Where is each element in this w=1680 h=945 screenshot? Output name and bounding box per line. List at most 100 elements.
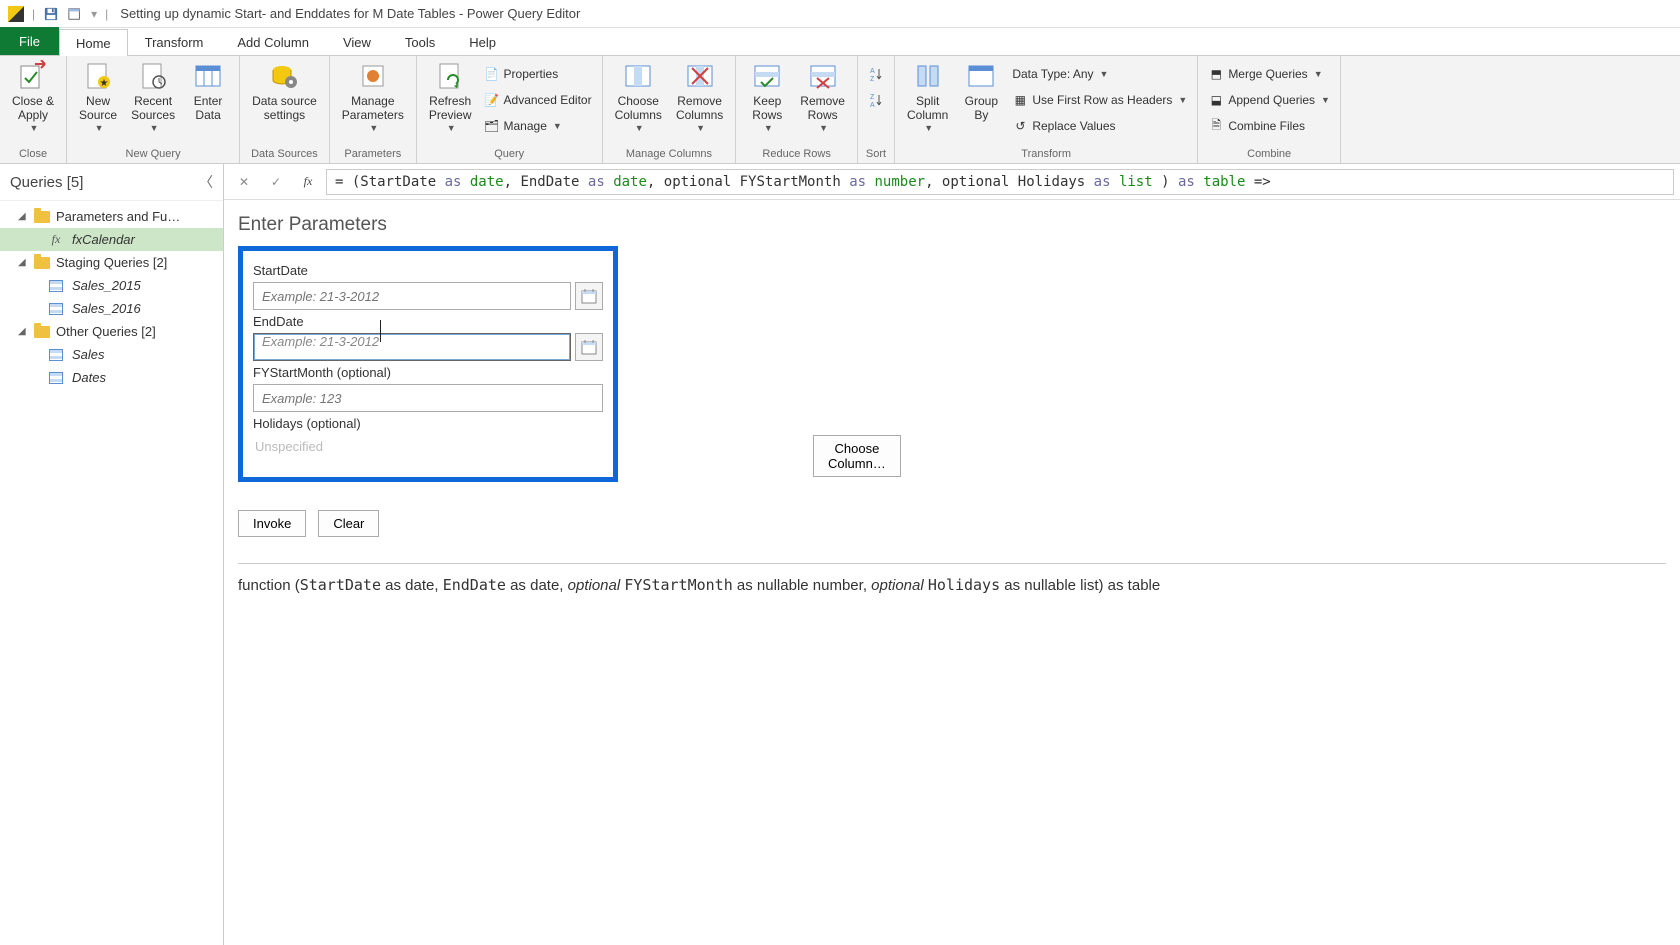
choose-columns-icon (622, 60, 654, 92)
expand-icon: ◢ (18, 257, 28, 268)
first-row-headers-button[interactable]: ▦Use First Row as Headers▼ (1008, 88, 1191, 112)
remove-columns-button[interactable]: Remove Columns▼ (670, 58, 729, 136)
keep-rows-icon (751, 60, 783, 92)
data-source-settings-button[interactable]: Data source settings (246, 58, 323, 125)
enddate-input[interactable]: Example: 21-3-2012 (253, 333, 571, 361)
enddate-picker-button[interactable] (575, 333, 603, 361)
enter-parameters-title: Enter Parameters (238, 214, 1666, 236)
enter-data-icon (192, 60, 224, 92)
replace-icon: ↺ (1012, 118, 1028, 134)
qat-save-icon[interactable] (41, 4, 61, 24)
properties-button[interactable]: 📄Properties (480, 62, 596, 86)
merge-icon: ⬒ (1208, 66, 1224, 82)
menu-tabs: File Home Transform Add Column View Tool… (0, 28, 1680, 56)
data-type-button[interactable]: Data Type: Any▼ (1008, 62, 1191, 86)
close-apply-label: Close & Apply (12, 94, 54, 123)
folder-icon (34, 257, 50, 269)
formula-cancel-button[interactable]: ✕ (230, 169, 258, 195)
remove-columns-icon (684, 60, 716, 92)
group-query-label: Query (423, 146, 596, 163)
close-apply-button[interactable]: Close & Apply▼ (6, 58, 60, 136)
tree-item-sales[interactable]: Sales (0, 343, 223, 366)
group-reduce-rows-label: Reduce Rows (742, 146, 851, 163)
svg-text:A: A (870, 102, 875, 108)
separator: ▾ (91, 7, 97, 21)
tab-tools[interactable]: Tools (388, 28, 452, 55)
append-queries-button[interactable]: ⬓Append Queries▼ (1204, 88, 1334, 112)
tab-view[interactable]: View (326, 28, 388, 55)
tab-add-column[interactable]: Add Column (220, 28, 326, 55)
group-manage-columns-label: Manage Columns (609, 146, 730, 163)
tab-help[interactable]: Help (452, 28, 513, 55)
remove-rows-label: Remove Rows (800, 94, 845, 123)
clear-button[interactable]: Clear (318, 510, 379, 537)
close-apply-icon (17, 60, 49, 92)
group-by-button[interactable]: Group By (956, 58, 1006, 125)
enddate-label: EndDate (253, 314, 603, 329)
svg-text:Z: Z (870, 94, 875, 101)
formula-fx-button[interactable]: fx (294, 169, 322, 195)
tree-group-staging[interactable]: ◢ Staging Queries [2] (0, 251, 223, 274)
expand-icon: ◢ (18, 211, 28, 222)
invoke-button[interactable]: Invoke (238, 510, 306, 537)
tab-transform[interactable]: Transform (128, 28, 221, 55)
data-source-settings-icon (268, 60, 300, 92)
manage-parameters-button[interactable]: Manage Parameters▼ (336, 58, 410, 136)
remove-rows-button[interactable]: Remove Rows▼ (794, 58, 851, 136)
formula-input[interactable]: = (StartDate as date, EndDate as date, o… (326, 169, 1674, 195)
table-icon (48, 279, 64, 293)
advanced-editor-button[interactable]: 📝Advanced Editor (480, 88, 596, 112)
tab-home[interactable]: Home (59, 29, 128, 56)
combine-files-button[interactable]: 🗎Combine Files (1204, 114, 1334, 138)
choose-column-button[interactable]: Choose Column… (813, 435, 901, 477)
replace-values-button[interactable]: ↺Replace Values (1008, 114, 1191, 138)
group-data-sources-label: Data Sources (246, 146, 323, 163)
group-sort-label: Sort (864, 146, 888, 163)
tree-group-parameters[interactable]: ◢ Parameters and Fu… (0, 205, 223, 228)
manage-parameters-icon (357, 60, 389, 92)
tree-item-sales-2015[interactable]: Sales_2015 (0, 274, 223, 297)
headers-icon: ▦ (1012, 92, 1028, 108)
collapse-sidebar-icon[interactable]: 〈 (199, 172, 213, 192)
svg-text:★: ★ (100, 78, 109, 89)
ribbon: Close & Apply▼ Close ★ New Source▼ Recen… (0, 56, 1680, 164)
separator: | (32, 7, 35, 21)
startdate-input[interactable] (253, 282, 571, 310)
merge-queries-button[interactable]: ⬒Merge Queries▼ (1204, 62, 1334, 86)
manage-button[interactable]: 🗂Manage▼ (480, 114, 596, 138)
split-column-label: Split Column (907, 94, 948, 123)
keep-rows-button[interactable]: Keep Rows▼ (742, 58, 792, 136)
startdate-picker-button[interactable] (575, 282, 603, 310)
tree-item-fxcalendar[interactable]: fx fxCalendar (0, 228, 223, 251)
fystartmonth-input[interactable] (253, 384, 603, 412)
choose-columns-button[interactable]: Choose Columns▼ (609, 58, 668, 136)
sort-desc-button[interactable]: ZA (864, 88, 888, 112)
app-icon (8, 6, 24, 22)
expand-icon: ◢ (18, 326, 28, 337)
remove-columns-label: Remove Columns (676, 94, 723, 123)
group-combine-label: Combine (1204, 146, 1334, 163)
choose-columns-label: Choose Columns (615, 94, 662, 123)
new-source-icon: ★ (82, 60, 114, 92)
group-new-query-label: New Query (73, 146, 233, 163)
new-source-label: New Source (79, 94, 117, 123)
tab-file[interactable]: File (0, 27, 59, 55)
tree-item-dates[interactable]: Dates (0, 366, 223, 389)
group-by-icon (965, 60, 997, 92)
refresh-preview-label: Refresh Preview (429, 94, 472, 123)
formula-commit-button[interactable]: ✓ (262, 169, 290, 195)
recent-sources-button[interactable]: Recent Sources▼ (125, 58, 181, 136)
qat-undo-icon[interactable] (65, 4, 85, 24)
queries-header: Queries [5] (10, 174, 83, 191)
tree-item-sales-2016[interactable]: Sales_2016 (0, 297, 223, 320)
enter-data-button[interactable]: Enter Data (183, 58, 233, 125)
split-column-button[interactable]: Split Column▼ (901, 58, 954, 136)
refresh-preview-button[interactable]: Refresh Preview▼ (423, 58, 478, 136)
function-signature: function (StartDate as date, EndDate as … (238, 576, 1666, 594)
sort-asc-button[interactable]: AZ (864, 62, 888, 86)
enter-data-label: Enter Data (194, 94, 223, 123)
tree-group-other[interactable]: ◢ Other Queries [2] (0, 320, 223, 343)
new-source-button[interactable]: ★ New Source▼ (73, 58, 123, 136)
startdate-label: StartDate (253, 263, 603, 278)
sort-asc-icon: AZ (868, 66, 884, 82)
